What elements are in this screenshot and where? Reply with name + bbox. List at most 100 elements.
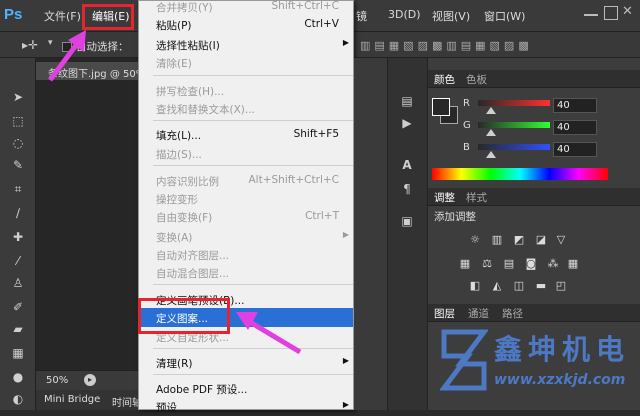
submenu-arrow-icon: ▶	[342, 356, 349, 365]
threshold-icon[interactable]: ◫	[512, 278, 526, 292]
panel-dock-strip	[354, 58, 388, 410]
define-pattern-highlight-box	[138, 298, 230, 334]
move-tool-icon[interactable]: ➤	[9, 88, 27, 106]
menu-filter[interactable]: 镜	[356, 8, 367, 24]
blue-value-field[interactable]: 40	[553, 142, 597, 157]
exposure-icon[interactable]: ◪	[534, 232, 548, 246]
crop-tool-icon[interactable]: ⌗	[9, 180, 27, 198]
color-spectrum-bar[interactable]	[432, 168, 608, 180]
menu-view[interactable]: 视图(V)	[432, 8, 470, 24]
gradient-map-icon[interactable]: ▬	[534, 278, 548, 292]
red-slider-thumb[interactable]	[486, 107, 496, 114]
red-slider[interactable]	[478, 100, 550, 106]
tab-mini-bridge[interactable]: Mini Bridge	[44, 394, 100, 405]
paragraph-panel-icon[interactable]: ¶	[398, 180, 416, 198]
dodge-tool-icon[interactable]: ◐	[9, 390, 27, 408]
tab-color[interactable]: 颜色	[430, 70, 459, 89]
marquee-tool-icon[interactable]: ⬚	[9, 112, 27, 130]
gradient-tool-icon[interactable]: ▦	[9, 344, 27, 362]
status-bar: 50% ▸	[36, 370, 138, 390]
stamp-tool-icon[interactable]: ♙	[9, 274, 27, 292]
menu-item-paste[interactable]: 粘贴(P) Ctrl+V	[139, 15, 353, 34]
tab-adjustments[interactable]: 调整	[430, 188, 459, 207]
chevron-down-icon[interactable]: ▾	[48, 38, 53, 48]
character-panel-icon[interactable]: A	[398, 156, 416, 174]
menu-item-paste-special[interactable]: 选择性粘贴(I) ▶	[139, 35, 353, 54]
align-icons[interactable]: ▥▤▦▧▨▩▥▤▦▧▨▩	[360, 39, 533, 52]
green-value-field[interactable]: 40	[553, 120, 597, 135]
edit-menu-highlight-box	[82, 4, 134, 30]
document-tab[interactable]: 条纹图下.jpg @ 50%	[36, 62, 138, 80]
status-info-icon[interactable]: ▸	[84, 374, 96, 386]
zoom-level[interactable]: 50%	[46, 375, 68, 386]
green-slider-thumb[interactable]	[486, 129, 496, 136]
color-lookup-icon[interactable]: ▦	[566, 256, 580, 270]
color-balance-icon[interactable]: ⚖	[480, 256, 494, 270]
menu-item-transform[interactable]: 变换(A) ▶	[139, 227, 353, 246]
quick-select-tool-icon[interactable]: ✎	[9, 156, 27, 174]
menu-item-merge-copy[interactable]: 合并拷贝(Y) Shift+Ctrl+C	[139, 0, 353, 16]
menu-item-auto-align-layers[interactable]: 自动对齐图层...	[139, 245, 353, 264]
bottom-panel-tabs: Mini Bridge 时间轴	[36, 390, 142, 410]
menu-separator	[153, 374, 353, 375]
canvas-area[interactable]	[36, 58, 138, 370]
menu-item-clear[interactable]: 清除(E)	[139, 53, 353, 72]
menu-window[interactable]: 窗口(W)	[484, 8, 525, 24]
layer-comps-icon[interactable]: ▣	[398, 212, 416, 230]
adjustments-panel-header: 调整 样式	[428, 188, 640, 207]
menu-item-adobe-pdf-presets[interactable]: Adobe PDF 预设...	[139, 379, 353, 398]
green-slider[interactable]	[478, 122, 550, 128]
minimize-icon[interactable]	[584, 6, 598, 16]
menu-file[interactable]: 文件(F)	[44, 8, 81, 24]
blue-slider[interactable]	[478, 144, 550, 150]
menu-item-auto-blend-layers[interactable]: 自动混合图层...	[139, 263, 353, 282]
tab-styles[interactable]: 样式	[466, 190, 487, 205]
invert-icon[interactable]: ◧	[468, 278, 482, 292]
auto-select-checkbox[interactable]	[62, 42, 72, 52]
photoshop-logo: Ps	[4, 6, 23, 23]
channel-r-label: R	[463, 98, 470, 109]
menu-separator	[153, 165, 353, 166]
red-value-field[interactable]: 40	[553, 98, 597, 113]
history-brush-tool-icon[interactable]: ✐	[9, 298, 27, 316]
healing-brush-tool-icon[interactable]: ✚	[9, 228, 27, 246]
vibrance-icon[interactable]: ▽	[554, 232, 568, 246]
hue-saturation-icon[interactable]: ▦	[458, 256, 472, 270]
brush-tool-icon[interactable]: ⁄	[9, 252, 27, 270]
brightness-icon[interactable]: ☼	[468, 232, 482, 246]
maximize-icon[interactable]	[604, 6, 618, 20]
tab-swatches[interactable]: 色板	[466, 72, 487, 87]
menu-item-purge[interactable]: 清理(R) ▶	[139, 353, 353, 372]
photo-filter-icon[interactable]: ◙	[524, 256, 538, 270]
levels-icon[interactable]: ▥	[490, 232, 504, 246]
curves-icon[interactable]: ◩	[512, 232, 526, 246]
menu-item-puppet-warp[interactable]: 操控变形	[139, 189, 353, 208]
menu-3d[interactable]: 3D(D)	[388, 8, 421, 21]
color-panel-header: 颜色 色板	[428, 70, 640, 89]
actions-panel-icon[interactable]: ▶	[398, 114, 416, 132]
submenu-arrow-icon: ▶	[342, 230, 349, 239]
close-icon[interactable]: ✕	[622, 5, 636, 20]
move-tool-icon[interactable]: ▸✛	[22, 38, 38, 52]
lasso-tool-icon[interactable]: ◌	[9, 134, 27, 152]
blur-tool-icon[interactable]: ●	[9, 368, 27, 386]
history-panel-icon[interactable]: ▤	[398, 92, 416, 110]
selective-color-icon[interactable]: ◰	[554, 278, 568, 292]
watermark-text: 鑫坤机电	[494, 333, 631, 366]
menu-item-find-replace[interactable]: 查找和替换文本(X)...	[139, 99, 353, 118]
foreground-color-swatch[interactable]	[432, 98, 450, 116]
black-white-icon[interactable]: ▤	[502, 256, 516, 270]
menu-item-spell-check[interactable]: 拼写检查(H)...	[139, 81, 353, 100]
eyedropper-tool-icon[interactable]: ∕	[9, 204, 27, 222]
menu-item-free-transform[interactable]: 自由变换(F) Ctrl+T	[139, 207, 353, 226]
watermark-logo-icon	[440, 329, 488, 391]
posterize-icon[interactable]: ◭	[490, 278, 504, 292]
menu-item-stroke[interactable]: 描边(S)...	[139, 144, 353, 163]
menu-item-presets[interactable]: 预设 ▶	[139, 397, 353, 416]
blue-slider-thumb[interactable]	[486, 151, 496, 158]
submenu-arrow-icon: ▶	[342, 400, 349, 409]
eraser-tool-icon[interactable]: ▰	[9, 320, 27, 338]
menu-item-fill[interactable]: 填充(L)... Shift+F5	[139, 125, 353, 144]
menu-item-content-aware-scale[interactable]: 内容识别比例 Alt+Shift+Ctrl+C	[139, 171, 353, 190]
channel-mixer-icon[interactable]: ⁂	[546, 256, 560, 270]
